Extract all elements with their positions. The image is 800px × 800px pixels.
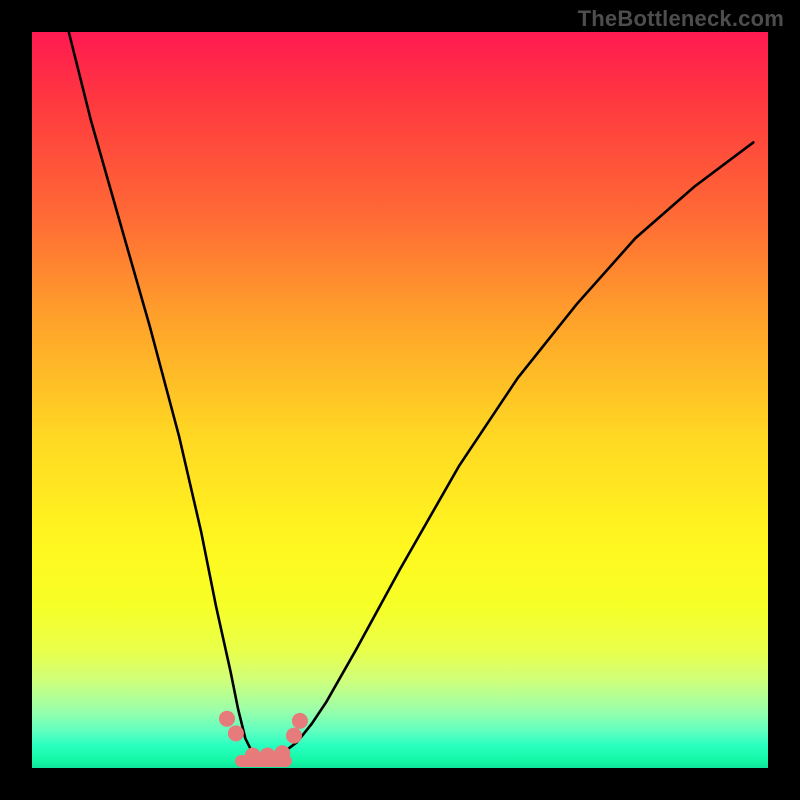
- hotspot-dot: [228, 725, 244, 741]
- hotspot-dot: [286, 728, 302, 744]
- watermark-text: TheBottleneck.com: [578, 6, 784, 32]
- hotspot-dot: [260, 748, 276, 764]
- hotspot-dot: [274, 745, 290, 761]
- hotspot-dot: [245, 748, 261, 764]
- hotspot-dots: [219, 711, 308, 764]
- chart-frame: TheBottleneck.com: [0, 0, 800, 800]
- hotspot-dot: [219, 711, 235, 727]
- plot-area: [32, 32, 768, 768]
- chart-svg: [32, 32, 768, 768]
- bottleneck-curve: [69, 32, 754, 757]
- hotspot-dot: [292, 713, 308, 729]
